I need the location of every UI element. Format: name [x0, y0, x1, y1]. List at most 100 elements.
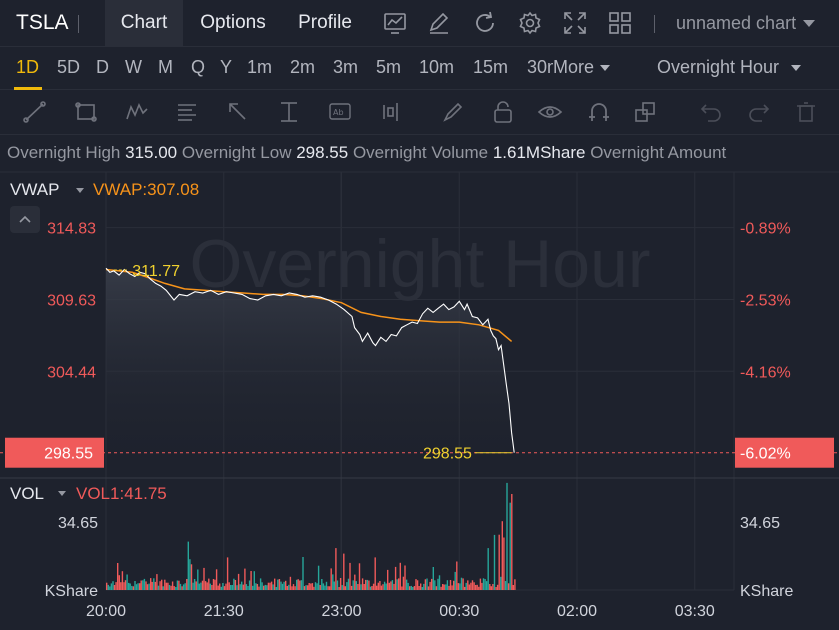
- fib-icon[interactable]: [174, 99, 200, 125]
- chevron-down-icon[interactable]: [803, 20, 815, 27]
- volume-bar: [423, 583, 425, 590]
- draw-edit-icon[interactable]: [426, 10, 452, 36]
- volume-bar: [131, 585, 133, 590]
- interval-1m[interactable]: 1m: [247, 57, 272, 78]
- volume-bar: [230, 585, 232, 590]
- fullscreen-icon[interactable]: [562, 10, 588, 36]
- collapse-indicator-button[interactable]: [10, 206, 40, 233]
- interval-y[interactable]: Y: [220, 57, 232, 78]
- volume-bar: [190, 564, 193, 590]
- volume-bar: [500, 576, 502, 590]
- volume-bar: [361, 578, 364, 590]
- volume-bar: [170, 585, 172, 590]
- magnet-icon[interactable]: [586, 99, 612, 125]
- pattern-icon[interactable]: [124, 99, 150, 125]
- volume-bar: [396, 579, 398, 590]
- brush-icon[interactable]: [440, 99, 466, 125]
- interval-q[interactable]: Q: [191, 57, 205, 78]
- symbol-ticker[interactable]: TSLA: [16, 11, 69, 35]
- redo-icon[interactable]: [746, 99, 772, 125]
- volume-bar: [357, 584, 359, 590]
- volume-bar: [358, 563, 361, 590]
- volume-bar: [275, 587, 277, 590]
- tab-profile[interactable]: Profile: [286, 0, 364, 46]
- chart-type-icon[interactable]: [382, 10, 408, 36]
- volume-bar: [366, 579, 368, 590]
- trend-line-icon[interactable]: [22, 99, 48, 125]
- interval-m[interactable]: M: [158, 57, 173, 78]
- volume-bar: [264, 584, 266, 590]
- volume-bar: [173, 586, 175, 590]
- interval-2m[interactable]: 2m: [290, 57, 315, 78]
- volume-bar: [150, 578, 152, 590]
- interval-d[interactable]: D: [96, 57, 109, 78]
- volume-bar: [350, 585, 353, 590]
- volume-bar: [393, 583, 395, 590]
- volume-bar: [291, 586, 293, 590]
- volume-bar: [443, 584, 445, 590]
- interval-15m[interactable]: 15m: [473, 57, 508, 78]
- volume-bar: [164, 579, 166, 590]
- chevron-down-icon[interactable]: [76, 188, 84, 193]
- interval-30m[interactable]: 30m: [527, 57, 553, 78]
- interval-w[interactable]: W: [125, 57, 142, 78]
- volume-bar: [303, 586, 306, 590]
- interval-5m[interactable]: 5m: [376, 57, 401, 78]
- volume-bar: [391, 580, 394, 590]
- volume-bar: [225, 583, 227, 590]
- vwap-indicator-name[interactable]: VWAP: [10, 180, 59, 200]
- volume-bar: [156, 574, 158, 590]
- volume-bar: [153, 578, 155, 590]
- tab-chart[interactable]: Chart: [105, 0, 183, 46]
- volume-bar: [285, 580, 287, 590]
- volume-bar: [211, 585, 213, 590]
- volume-bar: [319, 585, 321, 590]
- volume-bar: [314, 582, 317, 590]
- volume-bar: [123, 582, 125, 590]
- volume-bar: [209, 583, 211, 590]
- settings-gear-icon[interactable]: [517, 10, 543, 36]
- measure-icon[interactable]: [276, 99, 302, 125]
- price-chart-area[interactable]: Overnight Hour 311.77 298.55 314.83 309.63…: [0, 170, 839, 630]
- refresh-icon[interactable]: [472, 10, 498, 36]
- more-label: More: [553, 57, 595, 77]
- price-tick-label: 304.44: [47, 364, 96, 381]
- interval-5d[interactable]: 5D: [57, 57, 80, 78]
- volume-bar: [142, 580, 144, 590]
- rectangle-icon[interactable]: [73, 99, 99, 125]
- volume-bar: [409, 586, 411, 590]
- session-select[interactable]: Overnight Hour: [657, 57, 802, 78]
- undo-icon[interactable]: [698, 99, 724, 125]
- volume-bar: [137, 583, 139, 590]
- delete-icon[interactable]: [793, 99, 819, 125]
- volume-bar: [440, 586, 442, 590]
- interval-1d[interactable]: 1D: [16, 57, 39, 78]
- chart-name-select[interactable]: unnamed chart: [676, 13, 796, 34]
- volume-bar: [187, 541, 189, 590]
- volume-bar: [438, 575, 441, 590]
- volume-indicator-name[interactable]: VOL: [10, 484, 44, 504]
- volume-bar: [198, 583, 200, 590]
- arrow-icon[interactable]: [225, 99, 251, 125]
- time-tick-label: 02:00: [557, 603, 597, 620]
- volume-bar: [484, 579, 486, 590]
- volume-bar: [272, 584, 274, 590]
- volume-bar: [363, 584, 365, 590]
- volume-unit-left: KShare: [45, 583, 98, 600]
- layout-grid-icon[interactable]: [607, 10, 633, 36]
- chevron-down-icon[interactable]: [58, 491, 66, 496]
- tab-options[interactable]: Options: [188, 0, 278, 46]
- more-intervals-button[interactable]: More: [553, 57, 611, 78]
- chevron-up-icon: [19, 215, 31, 223]
- volume-bar: [413, 586, 416, 590]
- interval-3m[interactable]: 3m: [333, 57, 358, 78]
- long-position-icon[interactable]: [377, 99, 403, 125]
- volume-bar: [307, 585, 309, 590]
- overnight-high-label: Overnight High: [7, 143, 121, 162]
- text-note-icon[interactable]: Ab: [327, 99, 353, 125]
- lock-icon[interactable]: [490, 99, 516, 125]
- interval-10m[interactable]: 10m: [419, 57, 454, 78]
- layers-icon[interactable]: [632, 99, 658, 125]
- eye-icon[interactable]: [537, 99, 563, 125]
- volume-bar: [289, 576, 292, 590]
